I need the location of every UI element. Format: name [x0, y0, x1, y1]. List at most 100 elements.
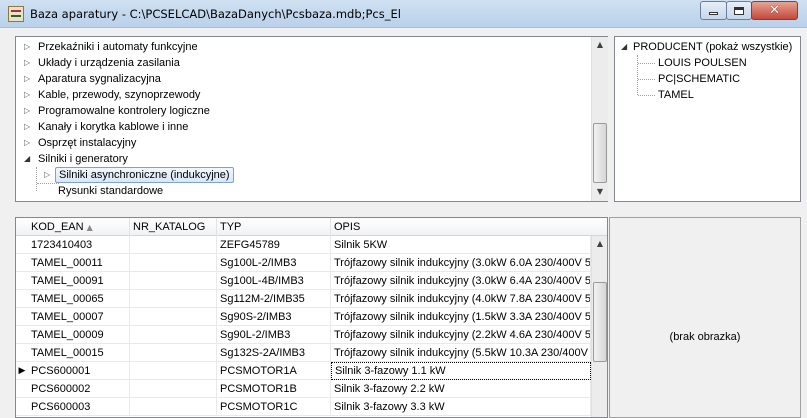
producer-label: LOUIS POULSEN [658, 57, 747, 69]
cell-opis[interactable]: Trójfazowy silnik indukcyjny (3.0kW 6.0A… [331, 254, 591, 272]
row-selector[interactable] [16, 398, 28, 416]
equipment-grid[interactable]: KOD_EAN ▲ NR_KATALOG TYP OPIS 1723410403 Z… [15, 217, 608, 418]
horizontal-splitter[interactable] [0, 206, 807, 214]
cell-nr-katalog[interactable] [130, 380, 217, 398]
cell-kod-ean[interactable]: 1723410403 [28, 236, 130, 254]
cell-typ[interactable]: Sg100L-2/IMB3 [217, 254, 331, 272]
expand-arrow-icon[interactable]: ▷ [24, 39, 32, 55]
maximize-button[interactable] [726, 1, 752, 20]
cell-opis[interactable]: Trójfazowy silnik indukcyjny (4.0kW 7.8A… [331, 290, 591, 308]
cell-nr-katalog[interactable] [130, 236, 217, 254]
cell-kod-ean[interactable]: TAMEL_00065 [28, 290, 130, 308]
tree-connector [637, 55, 638, 95]
cell-nr-katalog[interactable] [130, 308, 217, 326]
app-icon [8, 6, 24, 22]
cell-kod-ean[interactable]: TAMEL_00011 [28, 254, 130, 272]
expand-arrow-icon[interactable]: ▷ [24, 71, 32, 87]
cell-typ[interactable]: Sg100L-4B/IMB3 [217, 272, 331, 290]
table-row[interactable]: PCS600002 PCSMOTOR1B Silnik 3-fazowy 2.2 k… [16, 380, 607, 398]
minimize-button[interactable] [700, 1, 727, 20]
cell-typ[interactable]: PCSMOTOR1B [217, 380, 331, 398]
expand-arrow-icon[interactable]: ▷ [44, 167, 52, 183]
row-selector[interactable] [16, 254, 28, 272]
scroll-thumb[interactable] [593, 282, 607, 362]
collapse-arrow-icon[interactable]: ◢ [24, 151, 32, 167]
scroll-up-icon[interactable]: ▲ [592, 37, 608, 53]
producer-tree[interactable]: ◢ PRODUCENT (pokaż wszystkie) LOUIS POUL… [614, 36, 801, 202]
tree-node-label-selected[interactable]: Silniki asynchroniczne (indukcyjne) [55, 167, 234, 183]
cell-typ[interactable]: Sg90S-2/IMB3 [217, 308, 331, 326]
cell-opis[interactable]: Trójfazowy silnik indukcyjny (3.0kW 6.4A… [331, 272, 591, 290]
scroll-up-icon[interactable]: ▲ [592, 236, 607, 252]
cell-typ[interactable]: PCSMOTOR1C [217, 398, 331, 416]
tree-node-label: Przekaźniki i automaty funkcyjne [38, 41, 198, 53]
minimize-icon [709, 12, 718, 15]
cell-kod-ean[interactable]: PCS600001 [28, 362, 130, 380]
row-selector[interactable] [16, 344, 28, 362]
cell-opis[interactable]: Silnik 3-fazowy 1.1 kW [331, 362, 591, 380]
tree-connector [638, 95, 655, 96]
cell-kod-ean[interactable]: TAMEL_00091 [28, 272, 130, 290]
cell-nr-katalog[interactable] [130, 290, 217, 308]
row-selector[interactable] [16, 308, 28, 326]
scroll-down-icon[interactable]: ▼ [592, 184, 608, 200]
table-row[interactable]: TAMEL_00091 Sg100L-4B/IMB3 Trójfazowy siln… [16, 272, 607, 290]
vertical-scrollbar[interactable]: ▲ ▼ [591, 37, 608, 201]
column-header-nr-katalog[interactable]: NR_KATALOG [130, 218, 217, 236]
cell-nr-katalog[interactable] [130, 272, 217, 290]
table-row[interactable]: 1723410403 ZEFG45789 Silnik 5KW [16, 236, 607, 254]
table-row[interactable]: TAMEL_00065 Sg112M-2/IMB35 Trójfazowy siln… [16, 290, 607, 308]
no-image-label: (brak obrazka) [669, 331, 741, 343]
cell-opis[interactable]: Trójfazowy silnik indukcyjny (2.2kW 4.6A… [331, 326, 591, 344]
cell-typ[interactable]: ZEFG45789 [217, 236, 331, 254]
current-row-indicator-icon[interactable]: ▶ [16, 362, 28, 380]
cell-typ[interactable]: Sg90L-2/IMB3 [217, 326, 331, 344]
cell-opis[interactable]: Trójfazowy silnik indukcyjny (5.5kW 10.3… [331, 344, 591, 362]
table-row[interactable]: TAMEL_00009 Sg90L-2/IMB3 Trójfazowy silnik… [16, 326, 607, 344]
column-header-opis[interactable]: OPIS [331, 218, 607, 236]
table-row[interactable]: TAMEL_00011 Sg100L-2/IMB3 Trójfazowy silni… [16, 254, 607, 272]
collapse-arrow-icon[interactable]: ◢ [621, 39, 629, 55]
table-row[interactable]: TAMEL_00015 Sg132S-2A/IMB3 Trójfazowy siln… [16, 344, 607, 362]
column-header-typ[interactable]: TYP [217, 218, 331, 236]
row-selector[interactable] [16, 236, 28, 254]
close-button[interactable]: ✕ [751, 1, 798, 20]
cell-nr-katalog[interactable] [130, 326, 217, 344]
cell-opis[interactable]: Silnik 3-fazowy 2.2 kW [331, 380, 591, 398]
cell-kod-ean[interactable]: TAMEL_00015 [28, 344, 130, 362]
cell-nr-katalog[interactable] [130, 254, 217, 272]
row-selector[interactable] [16, 380, 28, 398]
column-title: KOD_EAN [31, 221, 84, 233]
cell-nr-katalog[interactable] [130, 344, 217, 362]
expand-arrow-icon[interactable]: ▷ [24, 103, 32, 119]
cell-kod-ean[interactable]: TAMEL_00009 [28, 326, 130, 344]
expand-arrow-icon[interactable]: ▷ [24, 87, 32, 103]
close-icon: ✕ [769, 3, 780, 18]
category-tree[interactable]: ▷ Przekaźniki i automaty funkcyjne ▷ Ukł… [15, 36, 608, 202]
cell-kod-ean[interactable]: TAMEL_00007 [28, 308, 130, 326]
cell-opis[interactable]: Silnik 5KW [331, 236, 591, 254]
expand-arrow-icon[interactable]: ▷ [24, 55, 32, 71]
cell-typ[interactable]: Sg112M-2/IMB35 [217, 290, 331, 308]
table-row[interactable]: PCS600003 PCSMOTOR1C Silnik 3-fazowy 3.3 k… [16, 398, 607, 416]
cell-kod-ean[interactable]: PCS600002 [28, 380, 130, 398]
cell-opis[interactable]: Silnik 3-fazowy 3.3 kW [331, 398, 591, 416]
row-selector[interactable] [16, 290, 28, 308]
cell-typ[interactable]: Sg132S-2A/IMB3 [217, 344, 331, 362]
table-row[interactable]: TAMEL_00007 Sg90S-2/IMB3 Trójfazowy silnik… [16, 308, 607, 326]
expand-arrow-icon[interactable]: ▷ [24, 119, 32, 135]
row-selector[interactable] [16, 326, 28, 344]
expand-arrow-icon[interactable]: ▷ [24, 135, 32, 151]
cell-nr-katalog[interactable] [130, 362, 217, 380]
cell-kod-ean[interactable]: PCS600003 [28, 398, 130, 416]
tree-connector [37, 183, 59, 184]
grid-vertical-scrollbar[interactable]: ▲ [591, 236, 607, 417]
table-row[interactable]: ▶ PCS600001 PCSMOTOR1A Silnik 3-fazowy 1.1 … [16, 362, 607, 380]
producer-label: PC|SCHEMATIC [658, 73, 741, 85]
cell-typ[interactable]: PCSMOTOR1A [217, 362, 331, 380]
row-selector[interactable] [16, 272, 28, 290]
cell-opis[interactable]: Trójfazowy silnik indukcyjny (1.5kW 3.3A… [331, 308, 591, 326]
scroll-thumb[interactable] [593, 123, 607, 183]
column-header-kod-ean[interactable]: KOD_EAN ▲ [28, 218, 130, 236]
cell-nr-katalog[interactable] [130, 398, 217, 416]
